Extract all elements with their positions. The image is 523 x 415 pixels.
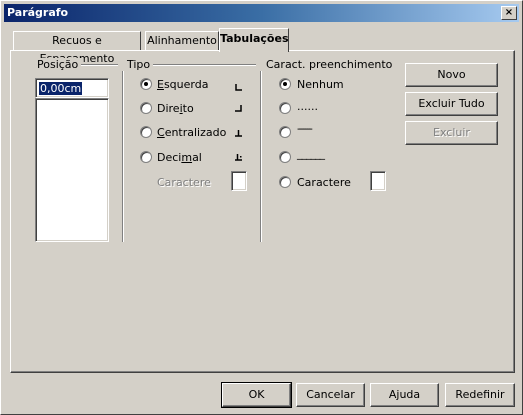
position-input-value: 0,00cm bbox=[39, 82, 83, 95]
radio-type-decimal[interactable] bbox=[140, 151, 152, 163]
title-bar[interactable]: Parágrafo × bbox=[4, 4, 519, 22]
dialog-title: Parágrafo bbox=[7, 6, 69, 19]
fill-character-input[interactable] bbox=[370, 171, 386, 191]
radio-type-center[interactable] bbox=[140, 126, 152, 138]
tab-label: Tabulações bbox=[220, 32, 289, 45]
fill-character-label[interactable]: Caractere bbox=[297, 176, 351, 189]
delete-all-button-label: Excluir Tudo bbox=[418, 97, 485, 110]
radio-fill-underline[interactable] bbox=[279, 151, 291, 163]
type-character-label: Caractere bbox=[157, 176, 211, 189]
type-group-line bbox=[153, 64, 256, 66]
type-group-label: Tipo bbox=[127, 58, 154, 71]
fill-dots-label[interactable]: ...... bbox=[297, 100, 318, 113]
type-decimal-label[interactable]: Decimal bbox=[157, 151, 202, 164]
radio-type-left[interactable] bbox=[140, 78, 152, 90]
ok-button-label: OK bbox=[248, 388, 265, 401]
position-group-label: Posição bbox=[37, 58, 82, 71]
delete-button-label: Excluir bbox=[433, 126, 470, 139]
type-right-label[interactable]: Direito bbox=[157, 102, 194, 115]
tab-tabs[interactable]: Tabulações bbox=[219, 28, 289, 52]
tab-alignment[interactable]: Alinhamento bbox=[145, 31, 219, 51]
help-button[interactable]: Ajuda bbox=[370, 383, 439, 407]
type-character-input[interactable] bbox=[231, 171, 247, 191]
close-button[interactable]: × bbox=[501, 6, 517, 20]
radio-fill-character[interactable] bbox=[279, 176, 291, 188]
radio-fill-dots[interactable] bbox=[279, 102, 291, 114]
tab-left-icon bbox=[235, 84, 242, 91]
type-left-label[interactable]: Esquerda bbox=[157, 78, 208, 91]
help-button-label: Ajuda bbox=[388, 388, 421, 401]
new-button-label: Novo bbox=[437, 68, 466, 81]
radio-fill-none[interactable] bbox=[279, 78, 291, 90]
type-center-label[interactable]: Centralizado bbox=[157, 126, 226, 139]
fill-group-separator bbox=[260, 71, 262, 242]
tab-indents-spacing[interactable]: Recuos e Espaçamento bbox=[13, 31, 141, 65]
close-icon: × bbox=[504, 7, 514, 18]
cancel-button-label: Cancelar bbox=[306, 388, 355, 401]
fill-none-label[interactable]: Nenhum bbox=[297, 78, 344, 91]
position-list[interactable] bbox=[35, 98, 109, 242]
tab-label: Alinhamento bbox=[147, 34, 217, 47]
delete-all-button[interactable]: Excluir Tudo bbox=[405, 92, 498, 116]
new-button[interactable]: Novo bbox=[405, 63, 498, 87]
reset-button-label: Redefinir bbox=[455, 388, 505, 401]
ok-button[interactable]: OK bbox=[221, 382, 292, 408]
position-input[interactable]: 0,00cm bbox=[35, 78, 109, 98]
position-group-line bbox=[81, 64, 118, 66]
tab-right-icon bbox=[235, 105, 242, 112]
fill-dashes-label[interactable]: ------- bbox=[297, 122, 313, 135]
paragraph-dialog: Parágrafo × Recuos e Espaçamento Alinham… bbox=[0, 0, 523, 415]
fill-group-label: Caract. preenchimento bbox=[266, 58, 396, 71]
radio-type-right[interactable] bbox=[140, 102, 152, 114]
tab-decimal-icon bbox=[235, 154, 242, 161]
reset-button[interactable]: Redefinir bbox=[445, 383, 515, 407]
type-group-separator bbox=[122, 71, 124, 242]
cancel-button[interactable]: Cancelar bbox=[296, 383, 365, 407]
radio-fill-dashes[interactable] bbox=[279, 126, 291, 138]
tab-center-icon bbox=[235, 130, 242, 137]
delete-button[interactable]: Excluir bbox=[405, 121, 498, 145]
fill-underline-label[interactable]: ______ bbox=[297, 147, 325, 160]
